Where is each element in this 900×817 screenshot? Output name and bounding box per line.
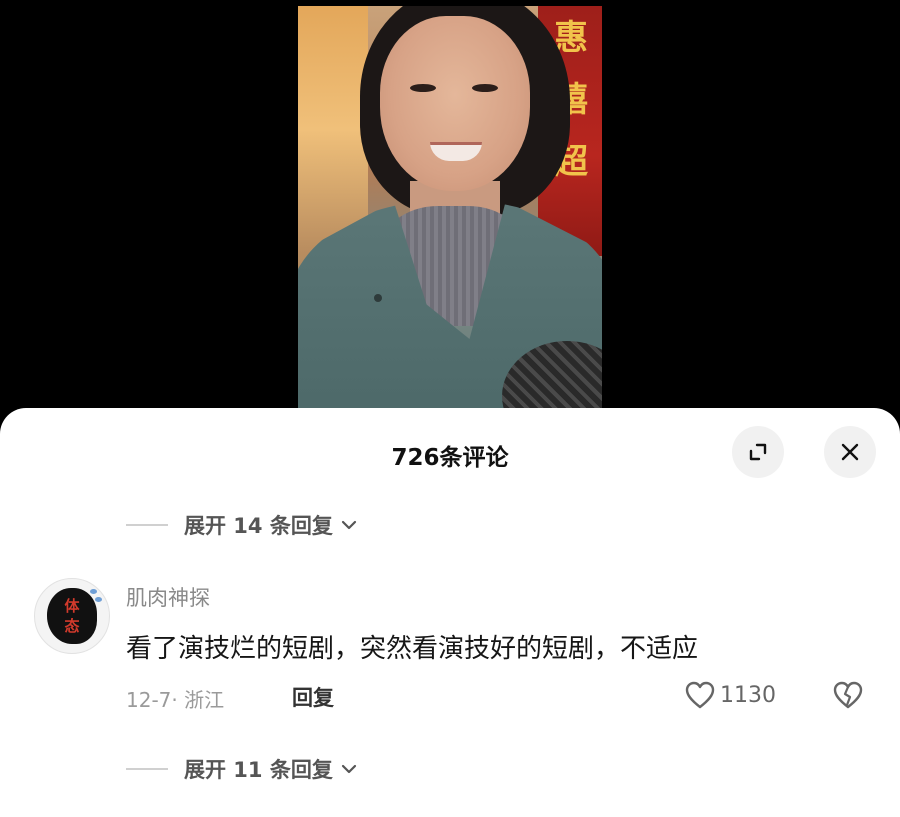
video-player[interactable]: 惠 禧 超: [298, 6, 602, 418]
divider-line: [126, 524, 168, 526]
person-face: [380, 16, 530, 191]
reply-button[interactable]: 回复: [292, 682, 334, 712]
avatar[interactable]: 体 态: [34, 578, 110, 654]
like-button[interactable]: 1130: [684, 680, 776, 710]
divider-line: [126, 768, 168, 770]
heart-icon: [685, 681, 715, 709]
comment-text: 看了演技烂的短剧，突然看演技好的短剧，不适应: [126, 634, 699, 664]
close-icon: [841, 443, 859, 461]
comment-date-location: 12-7· 浙江: [126, 688, 225, 712]
eye-right: [472, 84, 498, 92]
app-frame: 惠 禧 超 726条评论 展开 14 条回复 体 态 肌肉神探 看了演技烂的短剧…: [0, 0, 900, 817]
expand-replies-button[interactable]: 展开 11 条回复: [126, 754, 359, 784]
dislike-button[interactable]: [832, 680, 864, 714]
expand-icon: [749, 443, 767, 461]
eye-left: [410, 84, 436, 92]
comment-username[interactable]: 肌肉神探: [126, 582, 210, 612]
expand-replies-label: 展开 11 条回复: [184, 758, 333, 782]
chevron-down-icon: [341, 764, 356, 774]
like-count: 1130: [720, 682, 776, 708]
chevron-down-icon: [341, 520, 356, 530]
coat-button: [374, 294, 382, 302]
avatar-char: 态: [64, 617, 80, 635]
close-button[interactable]: [824, 426, 876, 478]
expand-replies-label: 展开 14 条回复: [184, 514, 333, 538]
broken-heart-icon: [833, 681, 863, 709]
expand-replies-button[interactable]: 展开 14 条回复: [126, 510, 359, 540]
smile: [430, 142, 482, 161]
avatar-leaf: [90, 589, 97, 594]
expand-button[interactable]: [732, 426, 784, 478]
avatar-leaf: [95, 597, 102, 602]
